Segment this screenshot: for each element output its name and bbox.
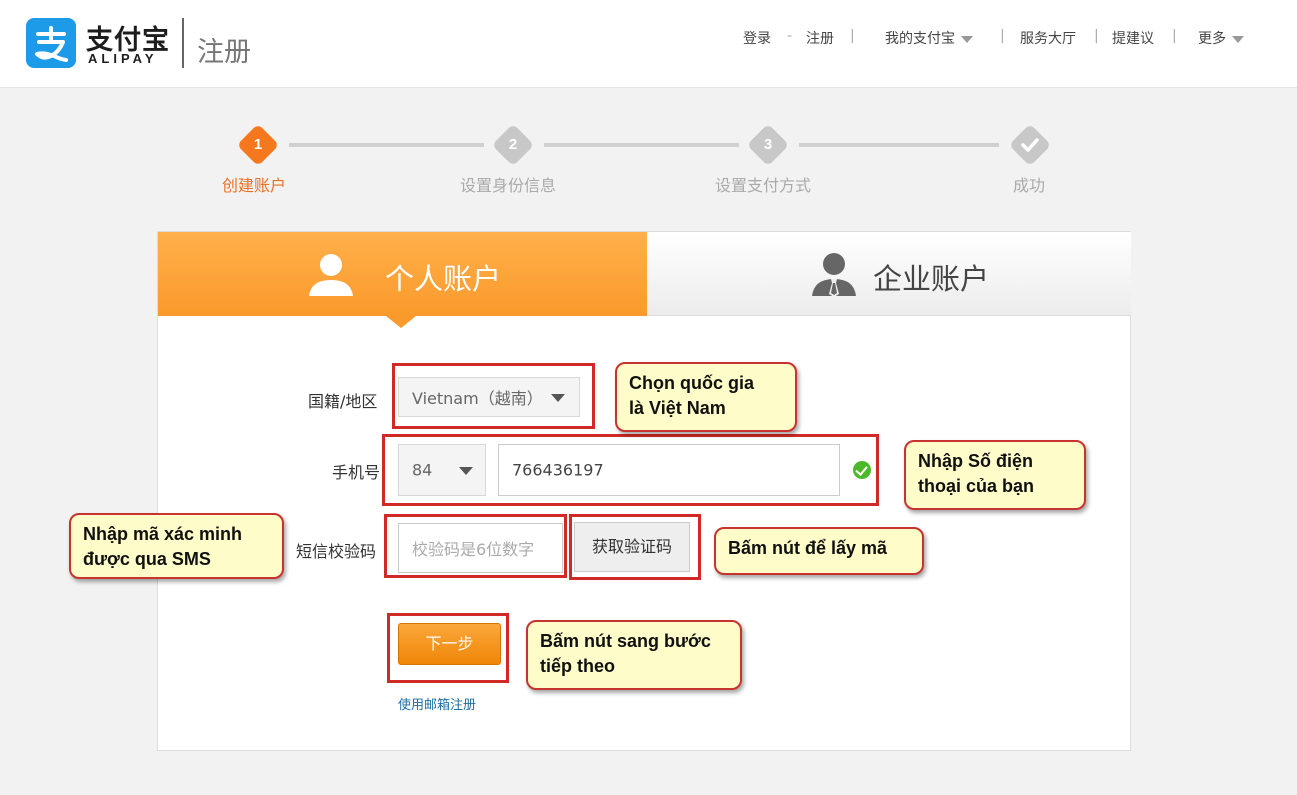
highlight-get-code [569,514,701,580]
register-link[interactable]: 注册 [806,28,834,48]
my-alipay-menu[interactable]: 我的支付宝 [885,28,973,48]
highlight-phone [382,434,879,506]
step-connector [799,143,999,147]
callout-get-code: Bấm nút để lấy mã [714,527,924,575]
nav-separator: | [850,28,855,44]
email-register-link[interactable]: 使用邮箱注册 [398,694,476,713]
step-2-badge: 2 [491,123,535,167]
callout-phone: Nhập Số điện thoại của bạn [904,440,1086,510]
tab-business-account[interactable]: 企业账户 [647,232,1131,316]
chevron-down-icon [961,35,973,43]
tab-personal-account[interactable]: 个人账户 [158,232,647,328]
more-label: 更多 [1198,31,1226,47]
callout-line: tiếp theo [540,656,615,676]
header: 支付宝 ALIPAY 注册 登录 - 注册 | 我的支付宝 | 服务大厅 | 提… [0,0,1297,88]
more-menu[interactable]: 更多 [1198,28,1244,48]
nav-separator: | [1000,28,1005,44]
suggest-link[interactable]: 提建议 [1112,28,1154,48]
callout-sms: Nhập mã xác minh được qua SMS [69,513,284,579]
step-success-badge [1008,123,1052,167]
brand-name-en: ALIPAY [88,51,158,66]
user-icon [309,254,353,296]
highlight-next [387,613,509,683]
callout-line: là Việt Nam [629,398,726,418]
callout-line: Bấm nút để lấy mã [728,538,888,558]
callout-line: Nhập Số điện [918,451,1034,471]
service-hall-link[interactable]: 服务大厅 [1020,28,1076,48]
callout-line: Chọn quốc gia [629,373,754,393]
callout-line: được qua SMS [83,549,211,569]
checkmark-icon [1021,138,1039,152]
callout-line: Nhập mã xác minh [83,524,243,544]
nav-separator: | [1094,28,1099,44]
login-link[interactable]: 登录 [743,28,771,48]
nav-separator: | [1172,28,1177,44]
callout-country: Chọn quốc gia là Việt Nam [615,362,797,432]
my-alipay-label: 我的支付宝 [885,31,955,47]
page-title: 注册 [197,37,251,68]
step-success-label: 成功 [1013,176,1046,195]
tab-business-label: 企业账户 [873,262,990,296]
tab-personal-label: 个人账户 [385,262,502,296]
step-connector [289,143,484,147]
phone-label: 手机号 [332,463,381,482]
nav-dash: - [787,28,793,44]
step-connector [544,143,739,147]
step-2-label: 设置身份信息 [460,176,557,195]
alipay-logo-icon[interactable] [26,18,76,68]
callout-next: Bấm nút sang bước tiếp theo [526,620,742,690]
step-1-badge: 1 [236,123,280,167]
highlight-country [392,363,595,429]
callout-line: thoại của bạn [918,476,1035,496]
step-1-label: 创建账户 [222,176,287,195]
step-3-badge: 3 [746,123,790,167]
highlight-sms-input [384,514,567,578]
business-user-icon [812,253,856,297]
chevron-down-icon [1232,35,1244,43]
sms-code-label: 短信校验码 [296,542,377,561]
logo-divider [182,18,184,68]
country-label: 国籍/地区 [308,392,378,411]
active-tab-pointer [386,316,416,328]
step-3-label: 设置支付方式 [715,176,812,195]
callout-line: Bấm nút sang bước [540,631,711,651]
